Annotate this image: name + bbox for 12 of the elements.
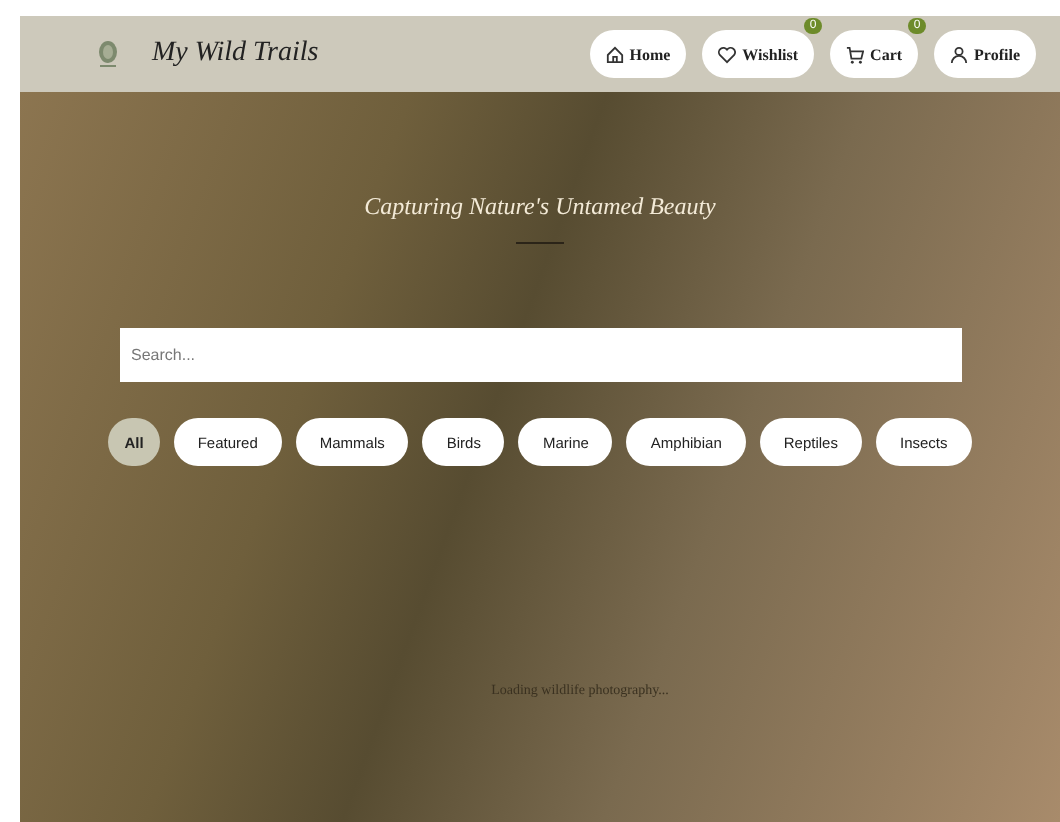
- heart-icon: [718, 45, 737, 63]
- site-title: My Wild Trails: [152, 38, 319, 70]
- nav-button[interactable]: Home: [589, 30, 687, 78]
- nav-button[interactable]: Profile: [934, 30, 1036, 78]
- search-field[interactable]: Search...: [119, 328, 961, 382]
- home-icon: [605, 45, 624, 63]
- hero-tagline: Capturing Nature's Untamed Beauty: [364, 192, 716, 222]
- logo-icon: [96, 40, 120, 68]
- nav-button[interactable]: Cart: [830, 30, 919, 78]
- person-icon: [950, 45, 969, 63]
- cart-icon: [846, 45, 865, 63]
- nav-button[interactable]: Wishlist: [702, 30, 815, 78]
